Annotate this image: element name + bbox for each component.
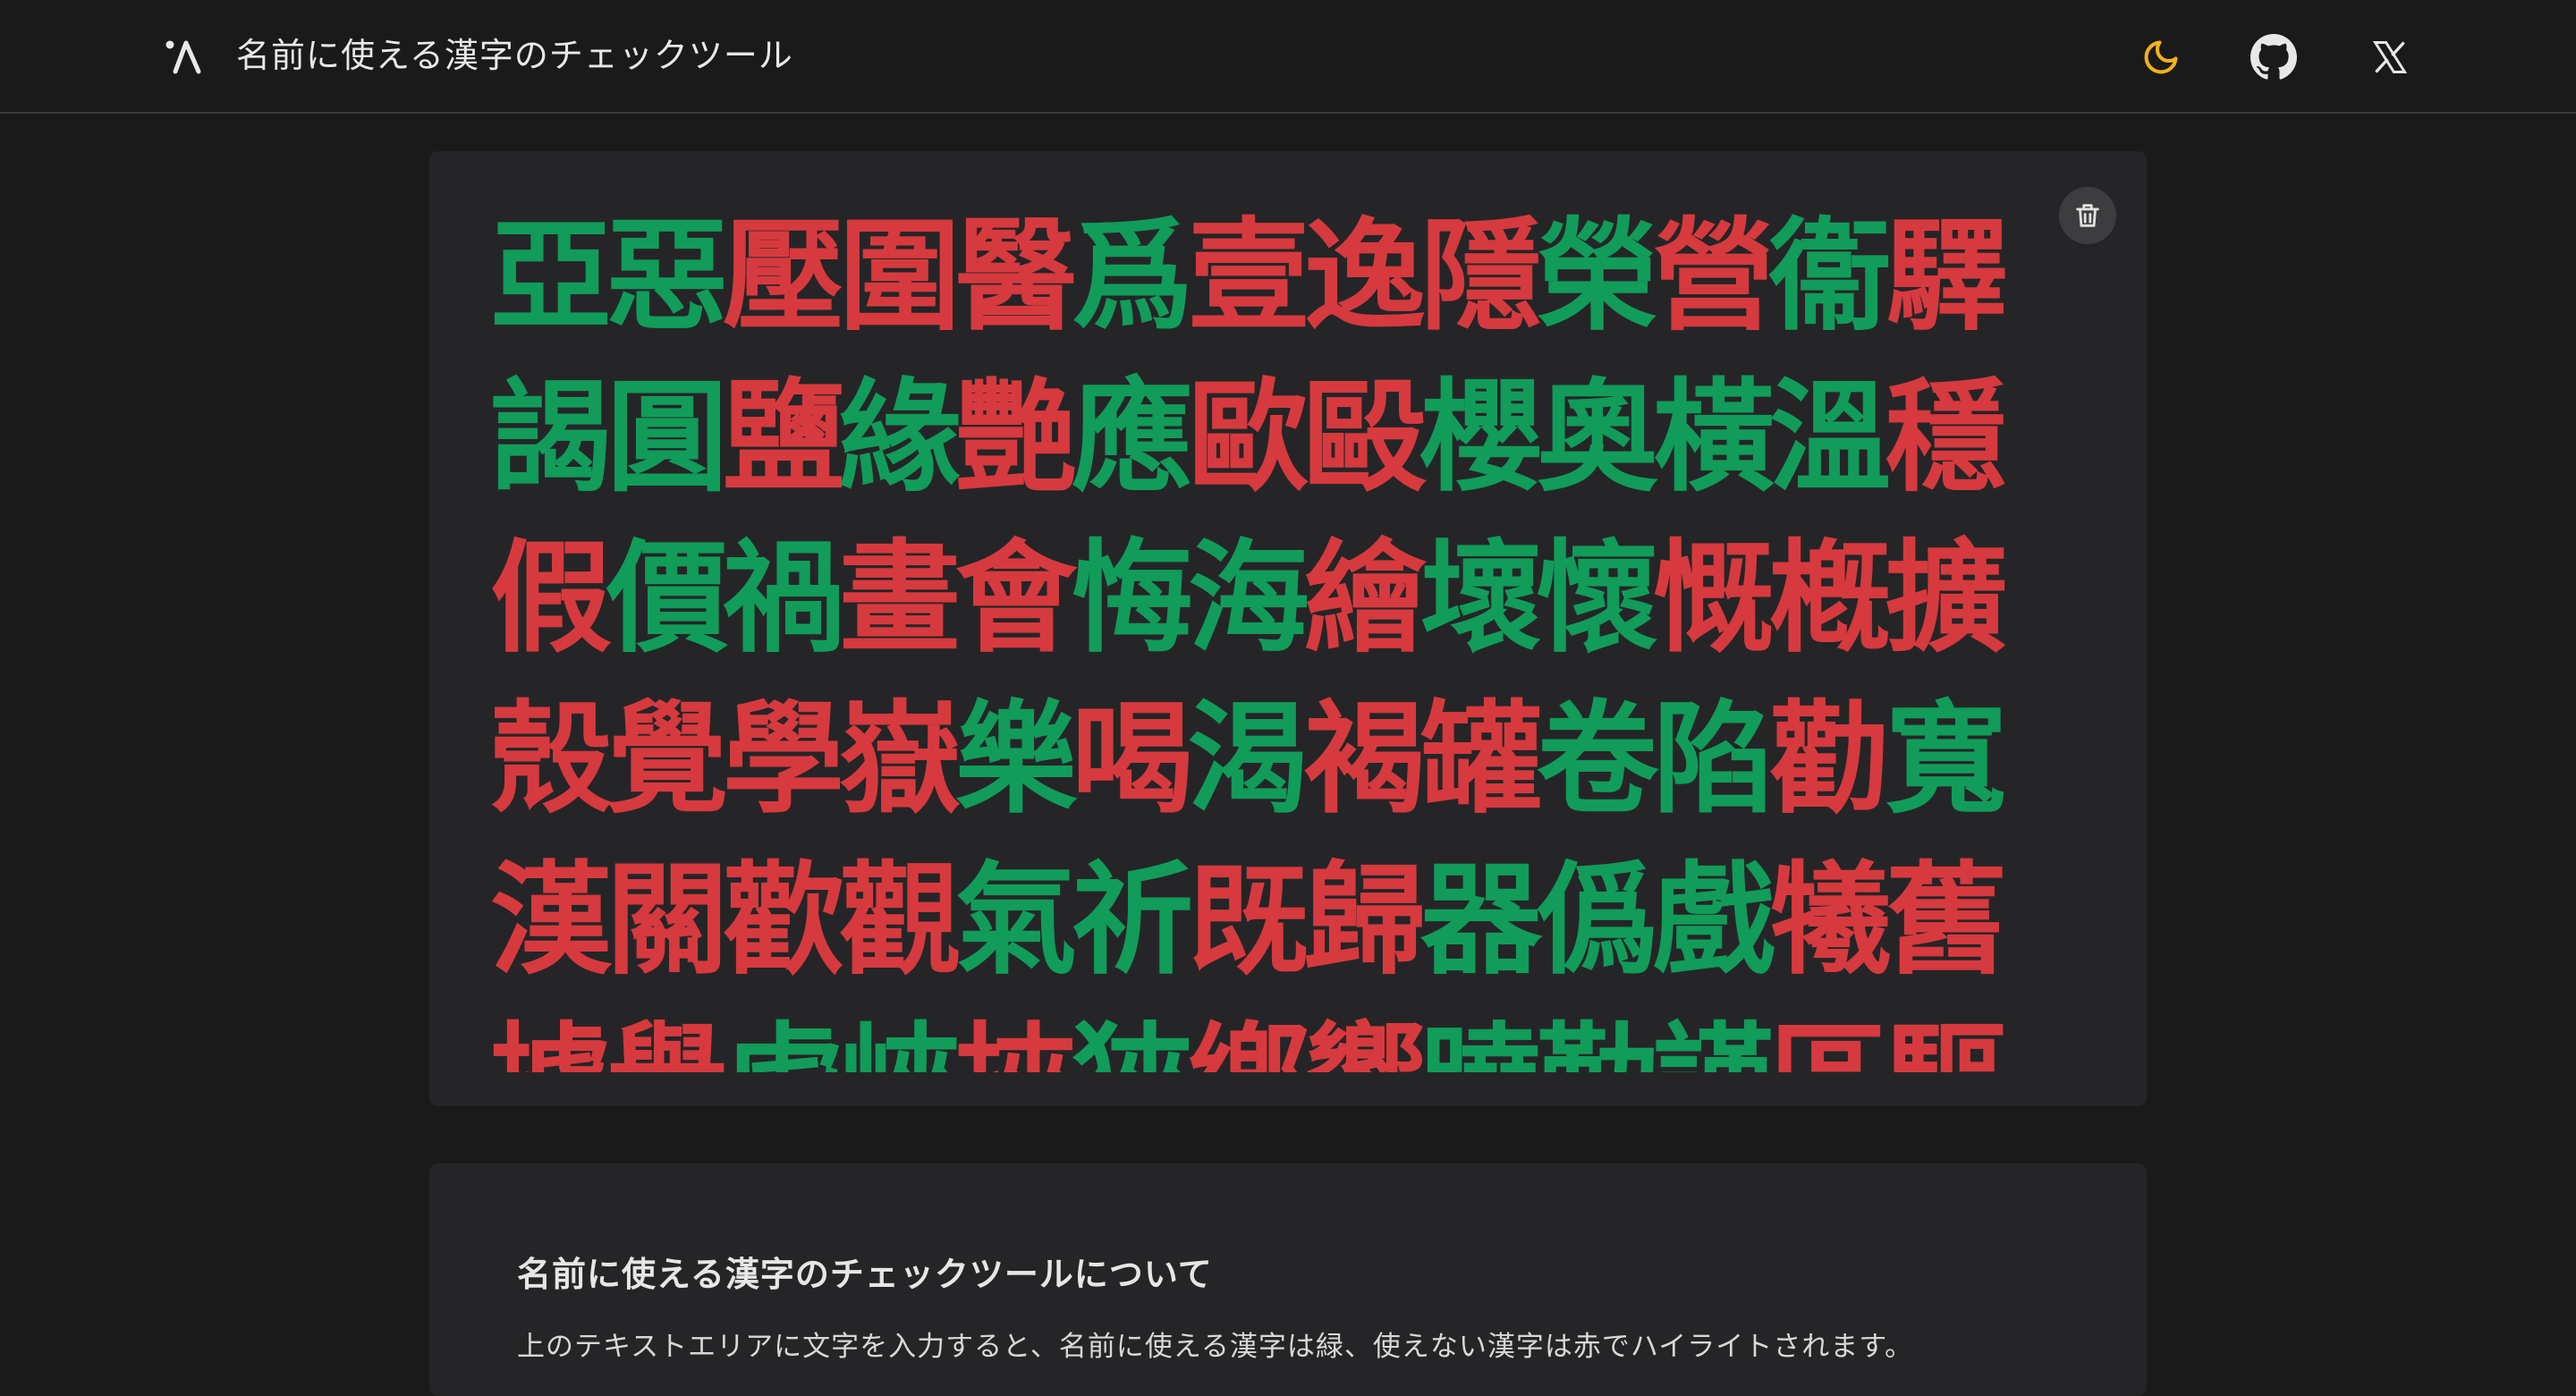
allowed-kanji: 橫 bbox=[1653, 366, 1775, 509]
allowed-kanji: 懷 bbox=[1537, 527, 1658, 670]
app-title[interactable]: 名前に使える漢字のチェックツール bbox=[236, 32, 793, 79]
disallowed-kanji: 醫 bbox=[955, 205, 1077, 348]
disallowed-kanji: 舊 bbox=[1885, 849, 2007, 992]
disallowed-kanji: 歐 bbox=[1188, 366, 1309, 509]
disallowed-kanji: 褐 bbox=[1304, 688, 1426, 831]
allowed-kanji: 謁 bbox=[490, 366, 612, 509]
disallowed-kanji: 犧 bbox=[1769, 849, 1891, 992]
allowed-kanji: 應 bbox=[1072, 366, 1193, 509]
disallowed-kanji: 營 bbox=[1653, 205, 1775, 348]
allowed-kanji: 亞 bbox=[490, 205, 612, 348]
disallowed-kanji: 歡 bbox=[723, 849, 844, 992]
disallowed-kanji: 殼 bbox=[490, 688, 612, 831]
disallowed-kanji: 繪 bbox=[1304, 527, 1426, 670]
disallowed-kanji: 會 bbox=[955, 527, 1077, 670]
allowed-kanji: 櫻 bbox=[1420, 366, 1542, 509]
disallowed-kanji: 覺 bbox=[606, 688, 728, 831]
github-icon bbox=[2250, 34, 2297, 80]
allowed-kanji: 氣 bbox=[955, 849, 1077, 992]
allowed-kanji: 緣 bbox=[839, 366, 961, 509]
allowed-kanji: 卷 bbox=[1537, 688, 1658, 831]
nameless-logo-icon[interactable] bbox=[165, 36, 206, 75]
disallowed-kanji: 逸 bbox=[1304, 205, 1426, 348]
moon-icon bbox=[2144, 40, 2178, 74]
about-description: 上のテキストエリアに文字を入力すると、名前に使える漢字は緑、使えない漢字は赤でハ… bbox=[517, 1331, 1914, 1363]
allowed-kanji: 僞 bbox=[1537, 849, 1658, 992]
disallowed-kanji: 學 bbox=[723, 688, 844, 831]
editor-bottom-padding bbox=[429, 1072, 2147, 1106]
disallowed-kanji: 艷 bbox=[955, 366, 1077, 509]
disallowed-kanji: 歸 bbox=[1304, 849, 1426, 992]
disallowed-kanji: 既 bbox=[1188, 849, 1309, 992]
allowed-kanji: 寬 bbox=[1885, 688, 2007, 831]
theme-toggle-button[interactable] bbox=[2134, 30, 2188, 84]
kanji-input-card: 亞惡壓圍醫爲壹逸隱榮營衞驛謁圓鹽緣艷應歐毆櫻奧橫溫穩假價禍畫會悔海繪壞懷慨槪擴殼… bbox=[429, 151, 2147, 1106]
disallowed-kanji: 慨 bbox=[1653, 527, 1775, 670]
disallowed-kanji: 擴 bbox=[1885, 527, 2007, 670]
allowed-kanji: 榮 bbox=[1537, 205, 1658, 348]
disallowed-kanji: 罐 bbox=[1420, 688, 1542, 831]
app-header: 名前に使える漢字のチェックツール bbox=[0, 0, 2576, 114]
allowed-kanji: 禍 bbox=[723, 527, 844, 670]
disallowed-kanji: 驛 bbox=[1885, 205, 2007, 348]
github-link[interactable] bbox=[2247, 30, 2301, 84]
disallowed-kanji: 勸 bbox=[1769, 688, 1891, 831]
trash-icon bbox=[2076, 204, 2099, 227]
allowed-kanji: 悔 bbox=[1072, 527, 1193, 670]
disallowed-kanji: 關 bbox=[606, 849, 728, 992]
disallowed-kanji: 漢 bbox=[490, 849, 612, 992]
disallowed-kanji: 喝 bbox=[1072, 688, 1193, 831]
allowed-kanji: 祈 bbox=[1072, 849, 1193, 992]
allowed-kanji: 奧 bbox=[1537, 366, 1658, 509]
allowed-kanji: 壞 bbox=[1420, 527, 1542, 670]
allowed-kanji: 渴 bbox=[1188, 688, 1309, 831]
allowed-kanji: 樂 bbox=[955, 688, 1077, 831]
allowed-kanji: 器 bbox=[1420, 849, 1542, 992]
allowed-kanji: 價 bbox=[606, 527, 728, 670]
clear-button[interactable] bbox=[2059, 187, 2116, 244]
x-link[interactable] bbox=[2363, 30, 2417, 84]
allowed-kanji: 海 bbox=[1188, 527, 1309, 670]
allowed-kanji: 溫 bbox=[1769, 366, 1891, 509]
allowed-kanji: 惡 bbox=[606, 205, 728, 348]
allowed-kanji: 爲 bbox=[1072, 205, 1193, 348]
allowed-kanji: 陷 bbox=[1653, 688, 1775, 831]
disallowed-kanji: 隱 bbox=[1420, 205, 1542, 348]
disallowed-kanji: 鹽 bbox=[723, 366, 844, 509]
disallowed-kanji: 畫 bbox=[839, 527, 961, 670]
disallowed-kanji: 穩 bbox=[1885, 366, 2007, 509]
allowed-kanji: 衞 bbox=[1769, 205, 1891, 348]
disallowed-kanji: 假 bbox=[490, 527, 612, 670]
x-logo-icon bbox=[2372, 41, 2408, 73]
about-section: 名前に使える漢字のチェックツールについて 上のテキストエリアに文字を入力すると、… bbox=[429, 1163, 2147, 1396]
about-title: 名前に使える漢字のチェックツールについて bbox=[517, 1255, 1213, 1294]
kanji-textarea[interactable]: 亞惡壓圍醫爲壹逸隱榮營衞驛謁圓鹽緣艷應歐毆櫻奧橫溫穩假價禍畫會悔海繪壞懷慨槪擴殼… bbox=[490, 196, 2100, 1090]
allowed-kanji: 戲 bbox=[1653, 849, 1775, 992]
disallowed-kanji: 壹 bbox=[1188, 205, 1309, 348]
allowed-kanji: 圓 bbox=[606, 366, 728, 509]
disallowed-kanji: 圍 bbox=[839, 205, 961, 348]
disallowed-kanji: 觀 bbox=[839, 849, 961, 992]
disallowed-kanji: 嶽 bbox=[839, 688, 961, 831]
disallowed-kanji: 槪 bbox=[1769, 527, 1891, 670]
disallowed-kanji: 壓 bbox=[723, 205, 844, 348]
disallowed-kanji: 毆 bbox=[1304, 366, 1426, 509]
